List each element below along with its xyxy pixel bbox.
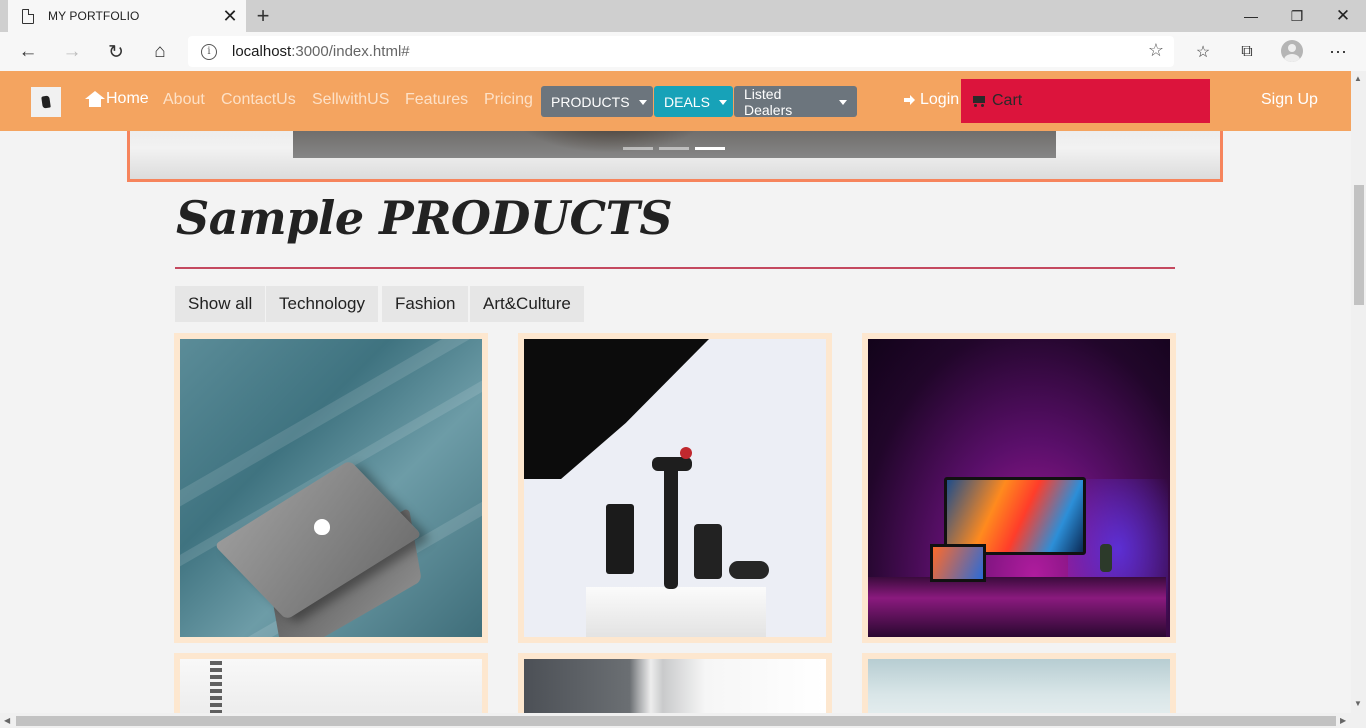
- product-card[interactable]: [862, 653, 1176, 713]
- sign-in-icon: [904, 94, 916, 106]
- page-icon: [22, 8, 34, 24]
- url-text: localhost:3000/index.html#: [232, 43, 410, 60]
- minimize-icon[interactable]: —: [1228, 0, 1274, 32]
- browser-tab-strip: MY PORTFOLIO ✕ + — ❐ ✕: [0, 0, 1366, 32]
- scrollbar-thumb[interactable]: [16, 716, 1336, 726]
- favorite-star-icon[interactable]: ☆: [1148, 40, 1164, 61]
- scroll-down-icon[interactable]: ▼: [1354, 699, 1362, 708]
- carousel-indicator[interactable]: [623, 147, 653, 150]
- filter-fashion[interactable]: Fashion: [382, 286, 469, 322]
- shopping-cart-icon: [971, 95, 987, 107]
- window-close-icon[interactable]: ✕: [1320, 0, 1366, 32]
- camera-gear-photo: [524, 339, 826, 637]
- product-card[interactable]: [518, 333, 832, 643]
- products-dropdown[interactable]: PRODUCTS: [541, 86, 653, 117]
- deals-dropdown[interactable]: DEALS: [654, 86, 733, 117]
- new-tab-icon[interactable]: +: [252, 3, 274, 29]
- refresh-icon[interactable]: ↻: [101, 37, 131, 67]
- filter-art-culture[interactable]: Art&Culture: [470, 286, 584, 322]
- scroll-up-icon[interactable]: ▲: [1354, 74, 1362, 83]
- product-card[interactable]: [862, 333, 1176, 643]
- nav-link-sell[interactable]: SellwithUS: [312, 91, 389, 109]
- carousel-indicator-active[interactable]: [695, 147, 725, 150]
- collections-icon[interactable]: ⧉: [1236, 41, 1258, 63]
- scroll-right-icon[interactable]: ▶: [1340, 716, 1346, 725]
- product-card[interactable]: [174, 333, 488, 643]
- favorites-icon[interactable]: ☆: [1192, 41, 1214, 63]
- scroll-left-icon[interactable]: ◀: [4, 716, 10, 725]
- dealers-dropdown[interactable]: Listed Dealers: [734, 86, 857, 118]
- horizontal-scrollbar[interactable]: ◀ ▶: [0, 713, 1366, 728]
- nav-home-link[interactable]: Home: [85, 90, 149, 108]
- cart-button[interactable]: Cart: [961, 79, 1210, 123]
- apple-logo-icon: [314, 519, 330, 535]
- product-card[interactable]: [174, 653, 488, 713]
- vertical-scrollbar[interactable]: ▲ ▼: [1351, 71, 1366, 713]
- nav-link-about[interactable]: About: [163, 91, 205, 109]
- address-input[interactable]: i localhost:3000/index.html# ☆: [188, 36, 1174, 67]
- nav-link-contact[interactable]: ContactUs: [221, 91, 296, 109]
- tab-title: MY PORTFOLIO: [48, 9, 140, 23]
- filter-show-all[interactable]: Show all: [175, 286, 266, 322]
- back-icon[interactable]: ←: [13, 37, 43, 67]
- heading-divider: [175, 267, 1175, 269]
- scrollbar-thumb[interactable]: [1354, 185, 1364, 305]
- nav-link-features[interactable]: Features: [405, 91, 468, 109]
- chevron-down-icon: [718, 99, 727, 105]
- more-icon[interactable]: ⋯: [1327, 41, 1349, 63]
- profile-avatar[interactable]: [1281, 40, 1303, 62]
- sky-photo: [868, 659, 1170, 713]
- close-tab-icon[interactable]: ✕: [218, 6, 242, 27]
- site-navbar: Home About ContactUs SellwithUS Features…: [0, 71, 1351, 131]
- filter-technology[interactable]: Technology: [266, 286, 379, 322]
- product-card[interactable]: [518, 653, 832, 713]
- section-heading: Sample PRODUCTS: [176, 191, 673, 245]
- site-logo[interactable]: [31, 87, 61, 117]
- home-icon[interactable]: ⌂: [145, 37, 175, 67]
- monitor-setup-photo: [868, 339, 1170, 637]
- steel-pole-photo: [524, 659, 826, 713]
- page-viewport: Home About ContactUs SellwithUS Features…: [0, 71, 1351, 713]
- carousel-indicator[interactable]: [659, 147, 689, 150]
- signup-link[interactable]: Sign Up: [1261, 91, 1318, 109]
- nav-link-pricing[interactable]: Pricing: [484, 91, 533, 109]
- site-info-icon[interactable]: i: [201, 43, 217, 60]
- forward-icon[interactable]: →: [57, 37, 87, 67]
- chevron-down-icon: [638, 99, 647, 105]
- login-link[interactable]: Login: [904, 91, 959, 109]
- chevron-down-icon: [839, 99, 847, 105]
- restore-icon[interactable]: ❐: [1274, 0, 1320, 32]
- browser-tab[interactable]: MY PORTFOLIO ✕: [8, 0, 246, 32]
- laptop-photo: [180, 339, 482, 637]
- tree-photo: [180, 659, 482, 713]
- browser-toolbar: ← → ↻ ⌂ i localhost:3000/index.html# ☆ ☆…: [0, 32, 1366, 71]
- house-icon: [85, 91, 105, 107]
